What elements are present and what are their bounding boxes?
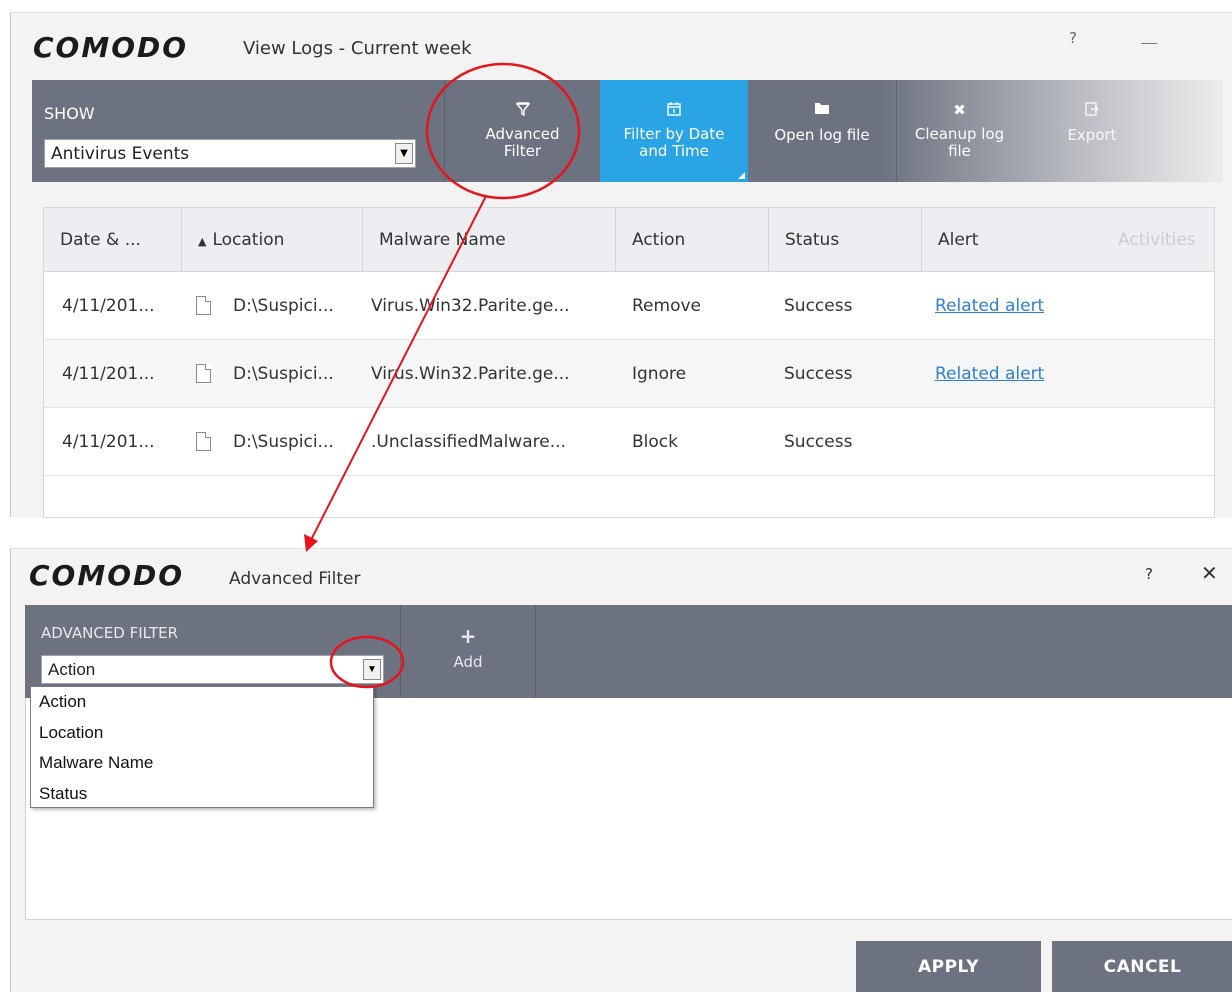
cell-action: Block	[632, 432, 678, 452]
help-button[interactable]: ?	[1069, 29, 1077, 47]
minimize-button[interactable]	[1141, 43, 1157, 44]
dialog-title: Advanced Filter	[229, 569, 361, 589]
help-button[interactable]: ?	[1145, 565, 1153, 583]
table-header: Date & ... ▲ Location Malware Name Action…	[44, 208, 1214, 272]
dropdown-arrow-icon[interactable]: ▼	[363, 659, 381, 680]
related-alert-link[interactable]: Related alert	[935, 364, 1044, 384]
table-row[interactable]: 4/11/201... D:\Suspici... Virus.Win32.Pa…	[44, 340, 1214, 408]
toolbar: SHOW Antivirus Events ▼ Advanced Filter …	[32, 80, 1222, 182]
view-logs-window: COMODO View Logs - Current week ? SHOW A…	[10, 12, 1232, 518]
column-header-date[interactable]: Date & ...	[44, 208, 182, 272]
column-header-location-label: Location	[212, 230, 285, 250]
folder-icon	[748, 102, 896, 118]
close-icon[interactable]: ✕	[1201, 561, 1218, 585]
advanced-filter-label: ADVANCED FILTER	[41, 624, 179, 642]
dropdown-option[interactable]: Location	[31, 718, 373, 749]
apply-button[interactable]: APPLY	[856, 941, 1041, 992]
cell-action: Remove	[632, 296, 701, 316]
column-header-status[interactable]: Status	[769, 208, 922, 272]
cleanup-log-label-2: file	[948, 142, 971, 160]
file-icon	[196, 296, 211, 315]
show-events-select[interactable]: Antivirus Events ▼	[44, 139, 416, 168]
table-row[interactable]: 4/11/201... D:\Suspici... .UnclassifiedM…	[44, 408, 1214, 476]
open-log-file-label: Open log file	[774, 126, 870, 144]
advanced-filter-toolbar: ADVANCED FILTER Action ▼ + Add	[25, 605, 1232, 698]
cell-location: D:\Suspici...	[233, 364, 334, 384]
cell-malware-name: Virus.Win32.Parite.ge...	[371, 296, 570, 316]
show-label: SHOW	[44, 104, 95, 123]
column-header-location[interactable]: ▲ Location	[182, 208, 363, 272]
dropdown-option[interactable]: Status	[31, 779, 373, 810]
export-label: Export	[1067, 126, 1117, 144]
filter-icon	[445, 102, 600, 118]
cell-location: D:\Suspici...	[233, 432, 334, 452]
plus-icon: +	[459, 624, 477, 648]
dropdown-option[interactable]: Action	[31, 687, 373, 718]
cancel-button[interactable]: CANCEL	[1052, 941, 1232, 992]
filter-field-selected: Action	[48, 660, 96, 679]
column-header-activities[interactable]: Activities	[1102, 208, 1216, 272]
file-icon	[196, 364, 211, 383]
cell-date: 4/11/201...	[62, 432, 155, 452]
calendar-icon	[600, 102, 748, 118]
table-row[interactable]: 4/11/201... D:\Suspici... Virus.Win32.Pa…	[44, 272, 1214, 340]
add-filter-button[interactable]: + Add	[401, 605, 535, 698]
cell-status: Success	[784, 364, 853, 384]
filter-by-date-button[interactable]: Filter by Date and Time	[600, 80, 748, 182]
cleanup-log-button[interactable]: ✖ Cleanup log file	[897, 80, 1022, 182]
filter-by-date-label-1: Filter by Date	[623, 125, 725, 143]
show-events-selected: Antivirus Events	[51, 144, 190, 164]
advanced-filter-button[interactable]: Advanced Filter	[445, 80, 600, 182]
sort-ascending-icon: ▲	[198, 235, 207, 248]
cell-date: 4/11/201...	[62, 364, 155, 384]
cleanup-log-label-1: Cleanup log	[914, 125, 1005, 143]
comodo-logo: COMODO	[29, 559, 185, 592]
dropdown-option[interactable]: Malware Name	[31, 748, 373, 779]
column-header-malware[interactable]: Malware Name	[363, 208, 616, 272]
cell-malware-name: Virus.Win32.Parite.ge...	[371, 364, 570, 384]
add-filter-label: Add	[453, 653, 483, 671]
advanced-filter-label-1: Advanced	[485, 125, 560, 143]
cell-date: 4/11/201...	[62, 296, 155, 316]
export-button[interactable]: Export	[1032, 80, 1152, 182]
comodo-logo: COMODO	[33, 31, 189, 64]
export-icon	[1032, 102, 1152, 118]
filter-field-dropdown-list: Action Location Malware Name Status	[30, 686, 374, 808]
column-header-alert[interactable]: Alert	[922, 208, 1112, 272]
logs-table: Date & ... ▲ Location Malware Name Action…	[43, 207, 1215, 518]
column-header-action[interactable]: Action	[616, 208, 769, 272]
advanced-filter-label-2: Filter	[503, 142, 542, 160]
cell-location: D:\Suspici...	[233, 296, 334, 316]
cell-status: Success	[784, 296, 853, 316]
dropdown-arrow-icon[interactable]: ▼	[395, 143, 413, 164]
related-alert-link[interactable]: Related alert	[935, 296, 1044, 316]
cell-malware-name: .UnclassifiedMalware...	[371, 432, 566, 452]
open-log-file-button[interactable]: Open log file	[748, 80, 896, 182]
cell-action: Ignore	[632, 364, 687, 384]
filter-field-select[interactable]: Action ▼	[41, 655, 384, 684]
cell-status: Success	[784, 432, 853, 452]
toolbar-divider	[535, 605, 536, 698]
cleanup-icon: ✖	[953, 101, 966, 119]
filter-by-date-label-2: and Time	[639, 142, 709, 160]
window-title: View Logs - Current week	[243, 38, 472, 59]
file-icon	[196, 432, 211, 451]
